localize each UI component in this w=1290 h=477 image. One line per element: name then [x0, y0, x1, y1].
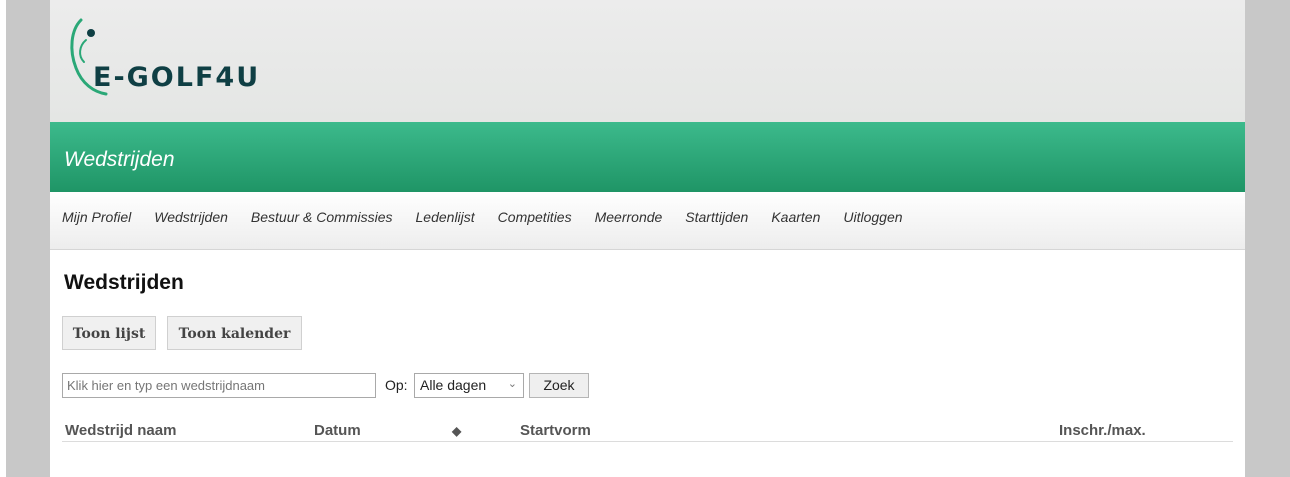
chevron-down-icon: ⌄ [507, 378, 517, 390]
section-banner-title: Wedstrijden [64, 148, 175, 171]
toon-kalender-button[interactable]: Toon kalender [167, 316, 302, 350]
op-label: Op: [385, 377, 408, 393]
column-header-datum[interactable]: Datum [314, 422, 361, 439]
page-title: Wedstrijden [64, 271, 184, 294]
column-header-wedstrijd-naam[interactable]: Wedstrijd naam [65, 422, 176, 439]
column-header-startvorm[interactable]: Startvorm [520, 422, 591, 439]
page-container: E-GOLF4U Wedstrijden Mijn Profiel Wedstr… [50, 0, 1245, 477]
zoek-button[interactable]: Zoek [529, 373, 589, 398]
day-filter-select[interactable]: Alle dagen ⌄ [414, 373, 524, 398]
main-nav: Mijn Profiel Wedstrijden Bestuur & Commi… [62, 209, 903, 225]
section-banner [50, 122, 1245, 192]
nav-item-starttijden[interactable]: Starttijden [685, 209, 748, 225]
logo-band: E-GOLF4U [50, 0, 1245, 122]
right-gutter [1245, 0, 1290, 477]
nav-item-kaarten[interactable]: Kaarten [771, 209, 820, 225]
logo-text: E-GOLF4U [93, 62, 261, 93]
column-header-inschr-max[interactable]: Inschr./max. [1059, 422, 1146, 439]
toon-lijst-button[interactable]: Toon lijst [62, 316, 156, 350]
table-header-divider [62, 441, 1233, 442]
nav-item-bestuur-commissies[interactable]: Bestuur & Commissies [251, 209, 393, 225]
nav-item-mijn-profiel[interactable]: Mijn Profiel [62, 209, 131, 225]
nav-item-wedstrijden[interactable]: Wedstrijden [154, 209, 228, 225]
left-gutter [0, 0, 6, 477]
nav-item-uitloggen[interactable]: Uitloggen [843, 209, 902, 225]
egolf4u-logo[interactable]: E-GOLF4U [68, 16, 308, 108]
search-input[interactable] [62, 373, 376, 398]
nav-item-ledenlijst[interactable]: Ledenlijst [416, 209, 475, 225]
nav-item-meerronde[interactable]: Meerronde [595, 209, 663, 225]
nav-item-competities[interactable]: Competities [498, 209, 572, 225]
sort-icon[interactable]: ◆ [452, 424, 461, 438]
day-filter-value: Alle dagen [420, 377, 487, 393]
